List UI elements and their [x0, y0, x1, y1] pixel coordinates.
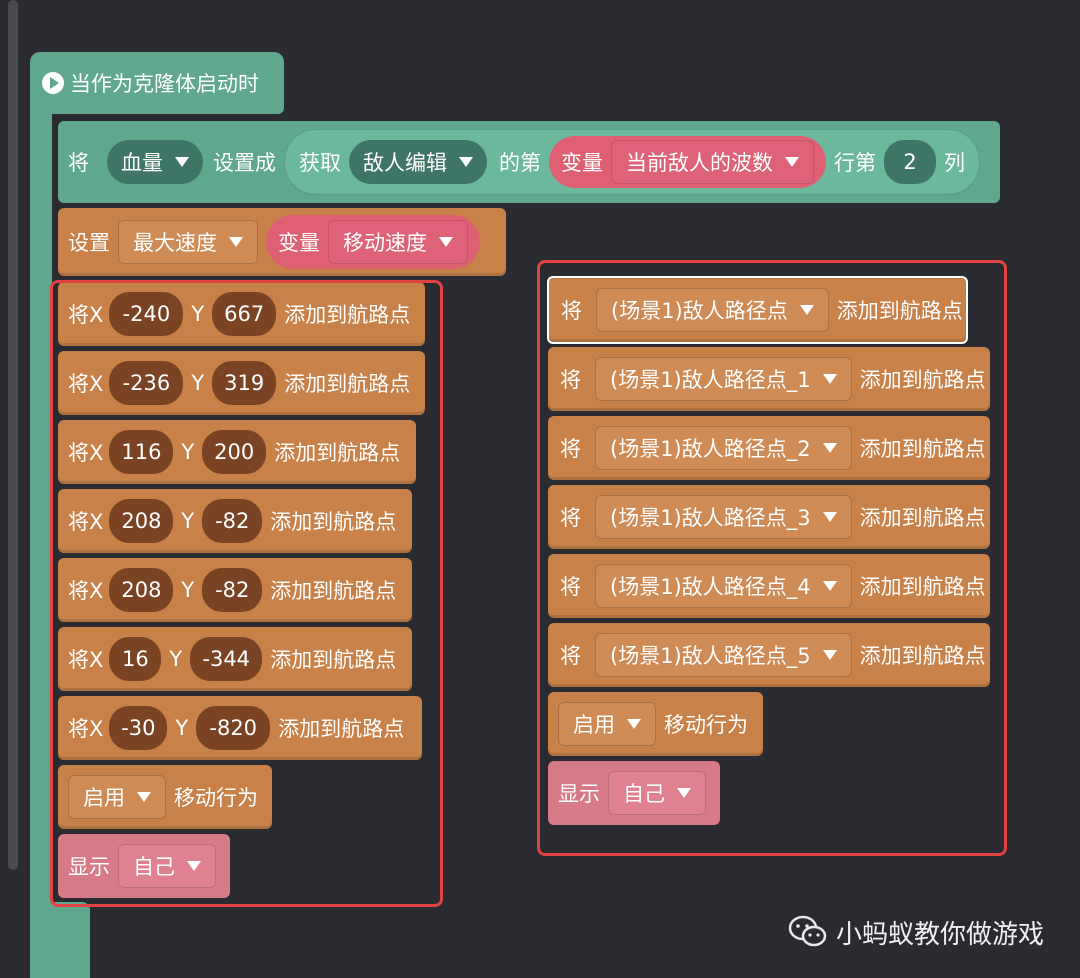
column-suffix-label: 列 — [944, 151, 965, 175]
wave-variable-reporter[interactable]: 变量 当前敌人的波数 — [549, 136, 826, 188]
dropdown-arrow-icon — [229, 237, 243, 247]
hat-label: 当作为克隆体启动时 — [70, 72, 259, 96]
get-list-item-reporter[interactable]: 获取 敌人编辑 的第 变量 当前敌人的波数 行第 2 列 — [284, 129, 980, 195]
variable-label: 变量 — [278, 231, 320, 255]
set-prefix-label: 将 — [68, 151, 89, 175]
set-hp-block[interactable]: 将 血量 设置成 获取 敌人编辑 的第 变量 当前敌人的波数 行第 2 列 — [58, 121, 1000, 203]
wave-variable-dropdown[interactable]: 当前敌人的波数 — [611, 140, 814, 184]
left-highlight-box — [50, 280, 443, 907]
set-to-label: 设置成 — [213, 151, 276, 175]
set-max-speed-block[interactable]: 设置 最大速度 变量 移动速度 — [58, 208, 506, 276]
watermark: 小蚂蚁教你做游戏 — [788, 910, 1044, 954]
speed-variable-dropdown[interactable]: 移动速度 — [328, 220, 468, 264]
get-label: 获取 — [299, 151, 341, 175]
of-nth-label: 的第 — [499, 151, 541, 175]
speed-variable-reporter[interactable]: 变量 移动速度 — [266, 215, 480, 269]
dropdown-arrow-icon — [439, 237, 453, 247]
property-dropdown[interactable]: 最大速度 — [118, 220, 258, 264]
dropdown-arrow-icon — [785, 157, 799, 167]
clone-start-hat-block[interactable]: 当作为克隆体启动时 — [30, 52, 284, 114]
set-label: 设置 — [68, 231, 110, 255]
variable-label: 变量 — [561, 151, 603, 175]
enemy-list-dropdown[interactable]: 敌人编辑 — [349, 140, 487, 184]
hp-variable-dropdown[interactable]: 血量 — [107, 140, 203, 184]
column-index-input[interactable]: 2 — [884, 140, 936, 184]
dropdown-arrow-icon — [459, 157, 473, 167]
right-highlight-box — [537, 260, 1007, 856]
dropdown-arrow-icon — [175, 157, 189, 167]
vertical-scrollbar[interactable] — [8, 0, 18, 870]
clone-script-foot — [30, 902, 90, 978]
clone-script-stem — [30, 110, 52, 910]
play-icon — [42, 72, 64, 94]
row-nth-label: 行第 — [834, 151, 876, 175]
wechat-icon — [788, 915, 828, 949]
watermark-text: 小蚂蚁教你做游戏 — [836, 919, 1045, 950]
